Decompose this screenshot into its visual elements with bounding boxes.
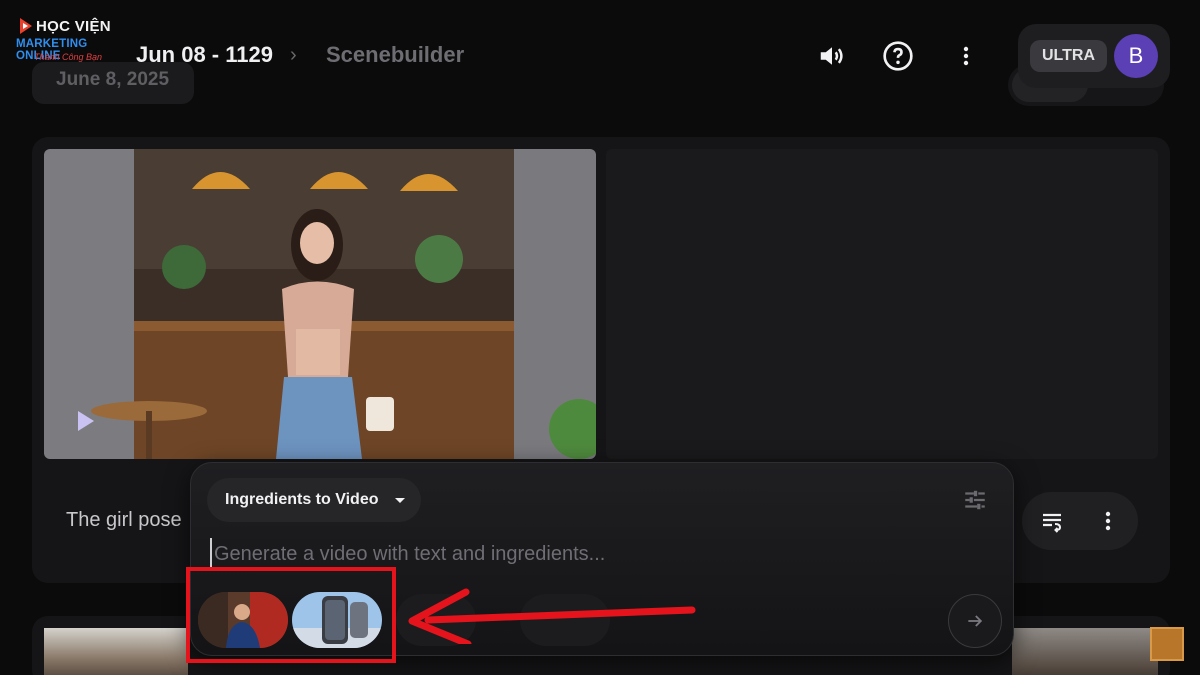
settings-tune-icon[interactable] [962,487,988,513]
logo-line-3: Thành Công Bạn [34,52,103,62]
clip-more-vert-icon[interactable] [1096,509,1120,533]
mode-label: Ingredients to Video [225,491,379,508]
more-vert-icon [963,46,969,66]
queue-icon[interactable] [1040,509,1064,533]
clip-caption: The girl pose [66,509,182,531]
clip-thumbnail[interactable] [44,149,596,459]
volume-icon [820,47,843,65]
send-button[interactable] [948,594,1002,648]
prompt-input[interactable] [210,538,930,570]
volume-button[interactable] [814,38,850,74]
plan-badge: ULTRA [1030,40,1108,72]
logo-line-1: HỌC VIỆN [36,18,111,35]
date-chip: June 8, 2025 [32,62,194,104]
corner-badge [1150,627,1184,661]
arrow-right-icon [968,615,983,627]
help-button[interactable] [880,38,916,74]
caret-down-icon [394,498,405,503]
mode-dropdown[interactable]: Ingredients to Video [207,478,421,522]
logo-mark-icon [20,18,32,34]
breadcrumb-project[interactable]: Jun 08 - 1129 [136,42,273,68]
brand-logo: HỌC VIỆN MARKETING ONLINE Thành Công Bạn [14,16,134,68]
next-clip-thumbnail-2[interactable] [1012,628,1158,675]
date-label: June 8, 2025 [56,69,170,90]
clip-image [44,149,596,459]
avatar[interactable]: B [1114,34,1158,78]
account-box[interactable]: ULTRA B [1018,24,1170,88]
breadcrumb-separator: › [290,44,297,66]
empty-clip-slot[interactable] [606,149,1158,459]
more-options-button[interactable] [948,38,984,74]
annotation-highlight-box [186,567,396,663]
next-clip-thumbnail-1[interactable] [44,628,188,675]
help-icon [883,41,913,71]
annotation-arrow-icon [408,588,696,644]
clip-actions [1022,492,1138,550]
breadcrumb-page[interactable]: Scenebuilder [326,42,464,68]
